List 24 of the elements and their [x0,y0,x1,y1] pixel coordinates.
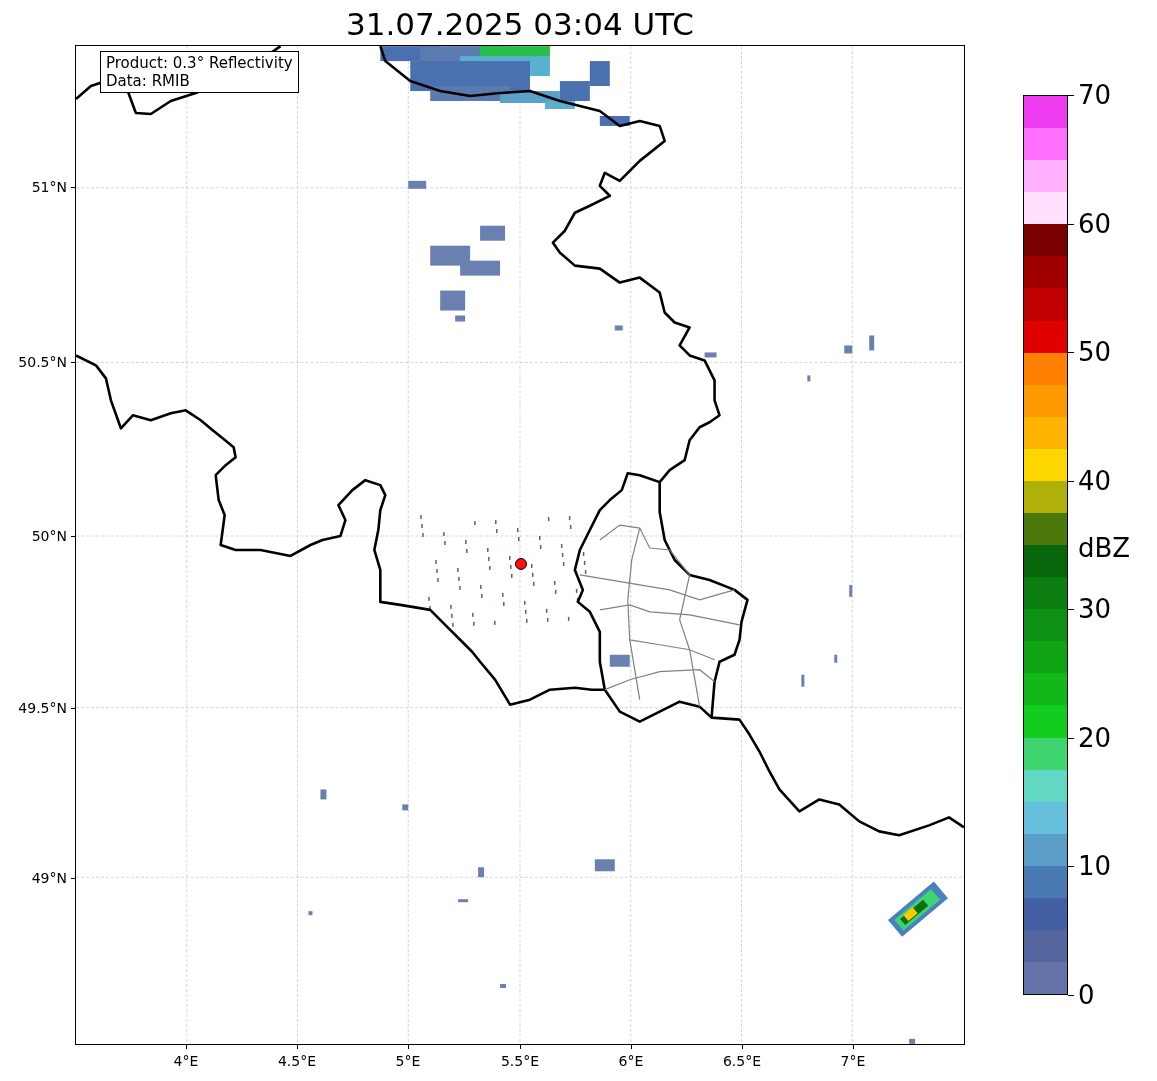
colorbar-tick-label: 70 [1078,80,1112,110]
colorbar-tick-label: 50 [1078,337,1112,368]
axis-tick-label: 5.5°E [500,1053,540,1069]
axis-tick-label: 5°E [395,1053,421,1069]
legend-text: Product: 0.3° Reflectivity [106,54,293,72]
legend-text: Data: RMIB [106,72,191,90]
axis-tick-label: 50.5°N [18,354,67,370]
chart-title: 31.07.2025 03:04 UTC [346,5,694,43]
axis-tick-label: 49.5°N [18,700,67,716]
colorbar-label: dBZ [1078,533,1131,563]
colorbar-tick-label: 40 [1078,465,1112,496]
axis-tick-label: 7°E [840,1053,866,1069]
axis-tick-label: 6°E [618,1053,644,1069]
colorbar-tick-label: 10 [1078,851,1112,882]
axis-tick-label: 49°N [31,870,67,886]
axis-tick-label: 50°N [31,528,67,544]
colorbar-tick-label: 20 [1078,722,1112,753]
colorbar-tick-label: 0 [1078,980,1095,1010]
axis-tick-label: 4°E [173,1053,199,1069]
axis-tick-label: 6.5°E [722,1053,762,1069]
axis-tick-label: 51°N [31,179,67,195]
colorbar-tick-label: 30 [1078,594,1112,625]
axis-tick-label: 4.5°E [277,1053,317,1069]
colorbar-tick-label: 60 [1078,208,1112,239]
